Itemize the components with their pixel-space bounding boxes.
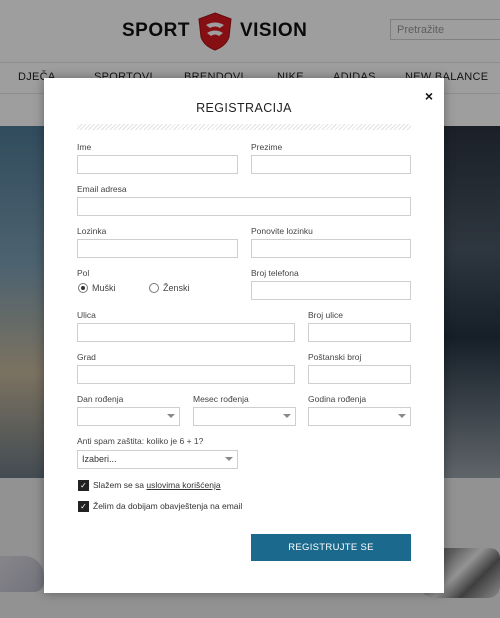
street-label: Ulica <box>77 310 96 320</box>
street-number-input[interactable] <box>308 323 411 342</box>
chevron-down-icon <box>167 414 175 418</box>
last-name-input[interactable] <box>251 155 411 174</box>
last-name-label: Prezime <box>251 142 283 152</box>
city-input[interactable] <box>77 365 295 384</box>
first-name-input[interactable] <box>77 155 238 174</box>
city-label: Grad <box>77 352 96 362</box>
register-button[interactable]: REGISTRUJTE SE <box>251 534 411 561</box>
terms-text: Slažem se sa uslovima korišćenja <box>93 480 221 490</box>
newsletter-checkbox[interactable]: ✓ <box>78 501 89 512</box>
birth-day-select[interactable] <box>77 407 180 426</box>
gender-female-label: Ženski <box>163 283 190 293</box>
terms-prefix: Slažem se sa <box>93 480 147 490</box>
gender-male-label: Muški <box>92 283 116 293</box>
street-number-label: Broj ulice <box>308 310 343 320</box>
email-input[interactable] <box>77 197 411 216</box>
birth-year-select[interactable] <box>308 407 411 426</box>
phone-label: Broj telefona <box>251 268 299 278</box>
postal-code-input[interactable] <box>308 365 411 384</box>
password-input[interactable] <box>77 239 238 258</box>
terms-checkbox[interactable]: ✓ <box>78 480 89 491</box>
title-divider <box>77 124 411 130</box>
postal-code-label: Poštanski broj <box>308 352 362 362</box>
street-input[interactable] <box>77 323 295 342</box>
gender-female-radio[interactable] <box>149 283 159 293</box>
newsletter-text: Želim da dobijam obavještenja na email <box>93 501 243 511</box>
chevron-down-icon <box>398 414 406 418</box>
birth-day-label: Dan rođenja <box>77 394 124 404</box>
birth-year-label: Godina rođenja <box>308 394 367 404</box>
antispam-select[interactable]: Izaberi... <box>77 450 238 469</box>
confirm-password-label: Ponovite lozinku <box>251 226 313 236</box>
phone-input[interactable] <box>251 281 411 300</box>
terms-link[interactable]: uslovima korišćenja <box>146 480 220 490</box>
confirm-password-input[interactable] <box>251 239 411 258</box>
birth-month-label: Mesec rođenja <box>193 394 249 404</box>
chevron-down-icon <box>225 457 233 461</box>
registration-modal: REGISTRACIJA × Ime Prezime Email adresa … <box>44 78 444 593</box>
close-icon[interactable]: × <box>425 88 433 104</box>
password-label: Lozinka <box>77 226 107 236</box>
modal-title: REGISTRACIJA <box>196 101 292 115</box>
antispam-label: Anti spam zaštita: koliko je 6 + 1? <box>77 436 204 446</box>
email-label: Email adresa <box>77 184 127 194</box>
first-name-label: Ime <box>77 142 92 152</box>
gender-male-radio[interactable] <box>78 283 88 293</box>
gender-label: Pol <box>77 268 90 278</box>
birth-month-select[interactable] <box>193 407 296 426</box>
antispam-select-value: Izaberi... <box>82 454 117 464</box>
chevron-down-icon <box>283 414 291 418</box>
